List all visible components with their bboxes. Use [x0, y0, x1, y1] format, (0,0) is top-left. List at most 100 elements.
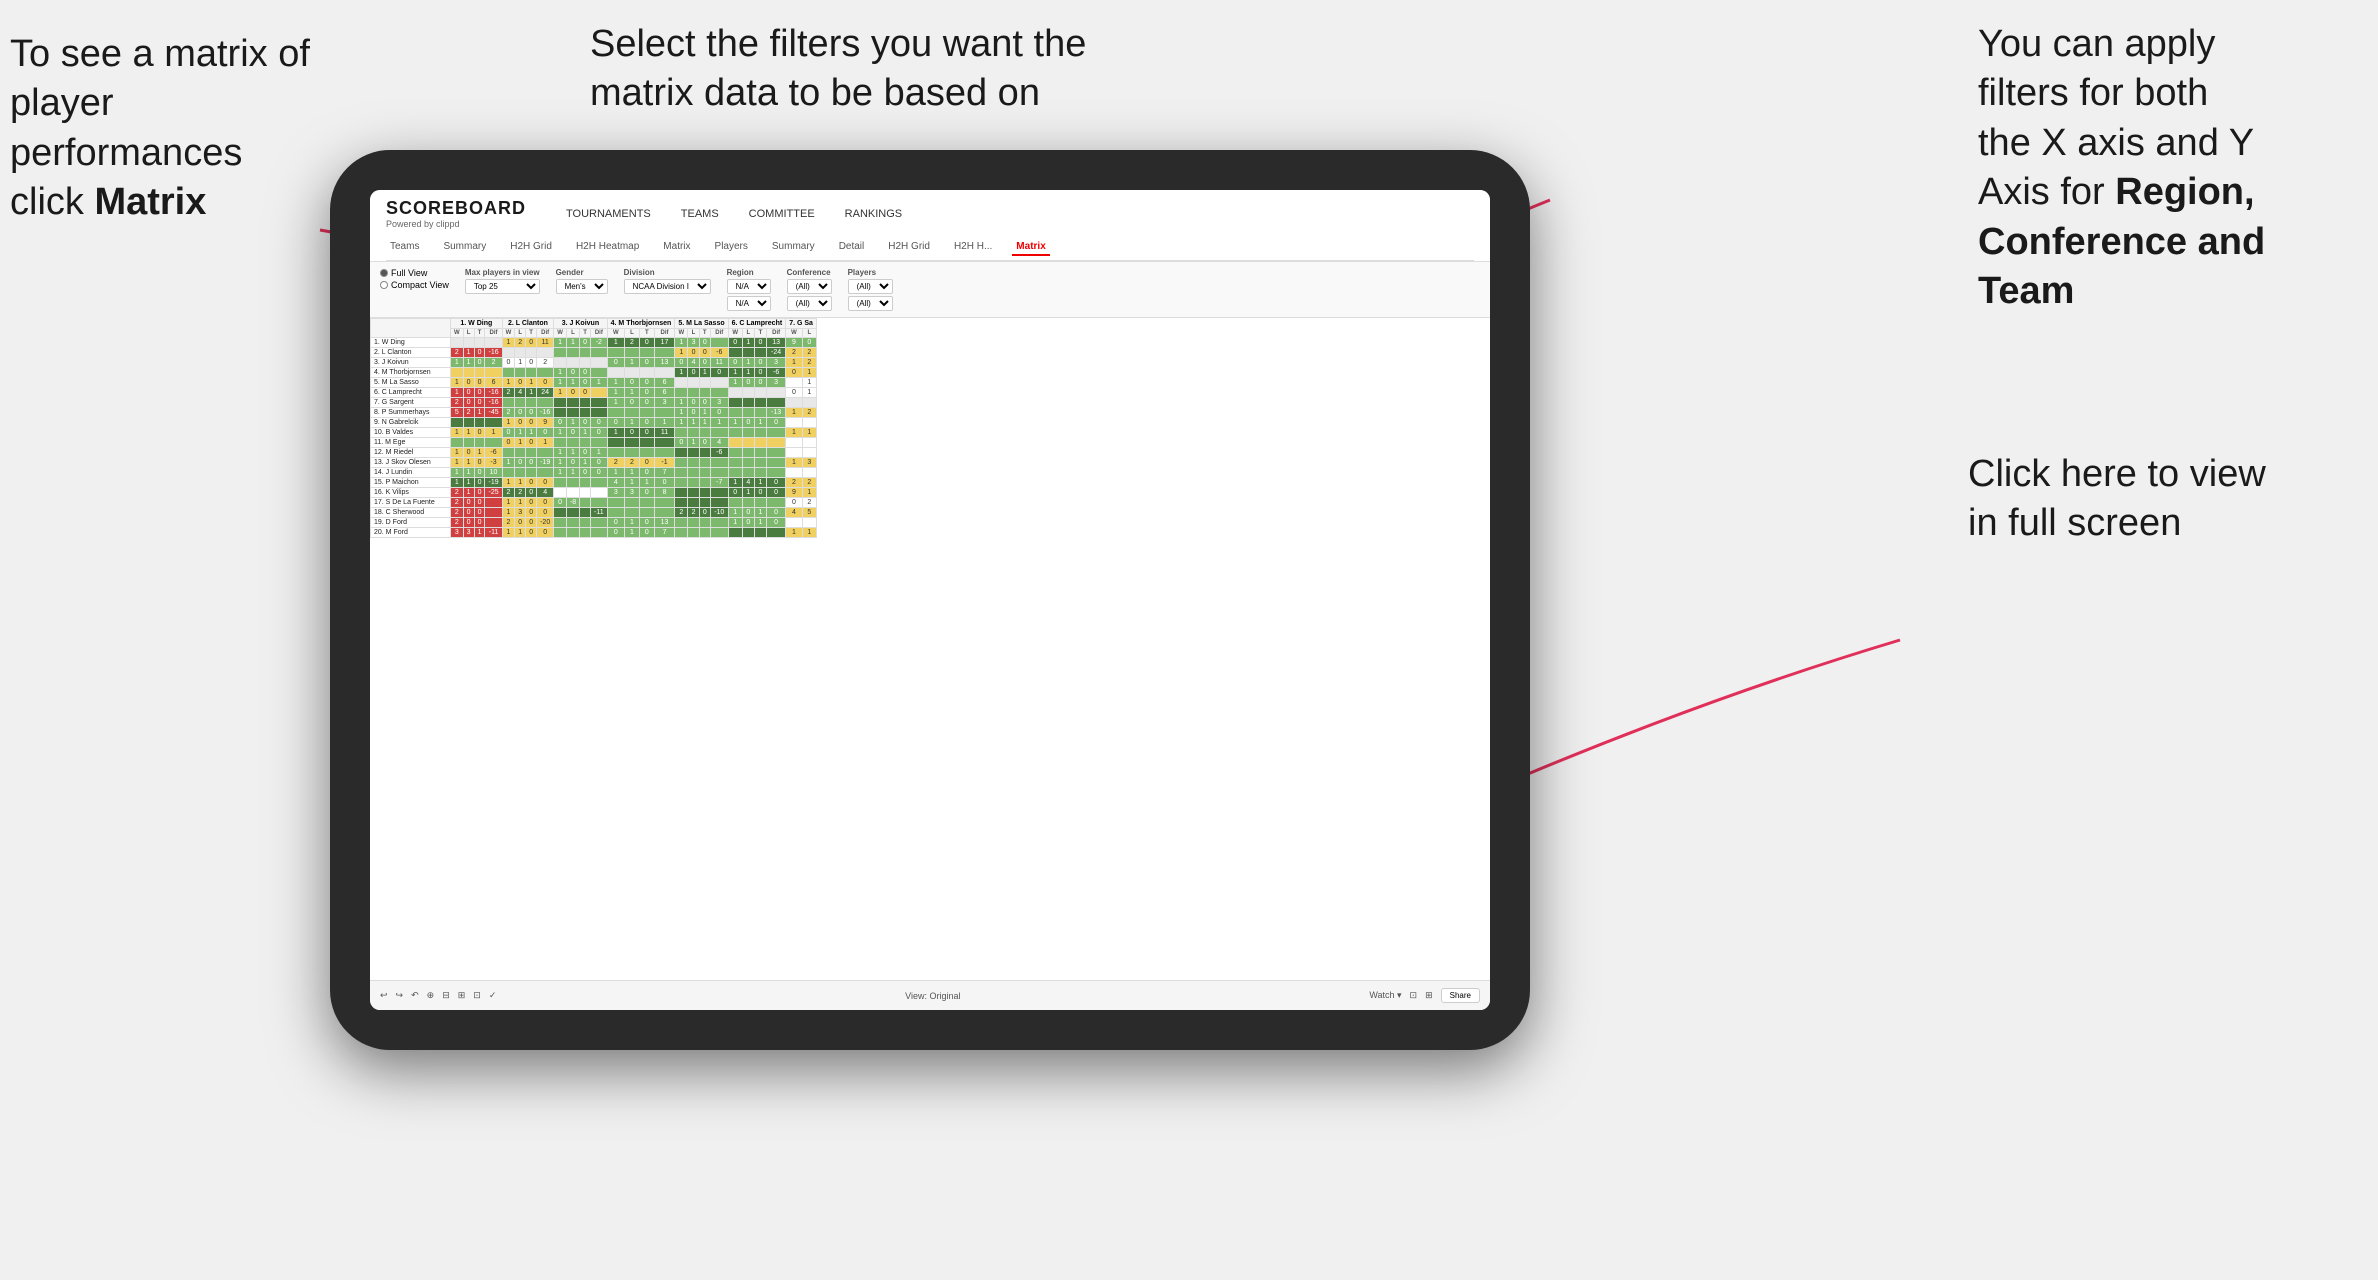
toolbar-left: ↩ ↪ ↶ ⊕ ⊟ ⊞ ⊡ ✓ — [380, 990, 496, 1001]
filter-gender-select[interactable]: Men's — [556, 279, 608, 294]
ann-br-l2: in full screen — [1968, 502, 2181, 544]
filter-players: Players (All) (All) — [848, 268, 893, 311]
refresh-icon[interactable]: ↶ — [411, 990, 419, 1001]
filter-max-players-select[interactable]: Top 25 — [465, 279, 540, 294]
row-label-4: 4. M Thorbjornsen — [371, 368, 451, 378]
sub-d1: Dif — [485, 329, 502, 338]
tab-summary[interactable]: Summary — [439, 239, 490, 256]
filter-max-players: Max players in view Top 25 — [465, 268, 540, 294]
table-row: 14. J Lundin 11010 1100 1107 — [371, 468, 817, 478]
filter-players-select-2[interactable]: (All) — [848, 296, 893, 311]
sub-d5: Dif — [710, 329, 728, 338]
zoom-out-icon[interactable]: ⊟ — [442, 990, 450, 1001]
tab-teams[interactable]: Teams — [386, 239, 423, 256]
brand-sub: Powered by clippd — [386, 219, 526, 229]
annotation-right: You can apply filters for both the X axi… — [1978, 20, 2358, 316]
filter-division-select[interactable]: NCAA Division I — [624, 279, 711, 294]
table-row: 20. M Ford 331-11 1100 0107 11 — [371, 528, 817, 538]
nav-teams[interactable]: TEAMS — [681, 206, 719, 222]
radio-full-view-dot — [380, 269, 388, 277]
share-icon[interactable]: ⊞ — [1425, 990, 1433, 1001]
sub-t5: T — [699, 329, 710, 338]
tab-matrix-active[interactable]: Matrix — [1012, 239, 1049, 256]
filter-conference: Conference (All) (All) — [787, 268, 832, 311]
table-row: 15. P Maichon 110-19 1100 4110 -7 1410 2… — [371, 478, 817, 488]
toolbar-center: View: Original — [905, 991, 960, 1001]
table-row: 13. J Skov Olesen 110-3 100-19 1010 220-… — [371, 458, 817, 468]
check-icon[interactable]: ✓ — [489, 990, 497, 1001]
sub-l3: L — [566, 329, 579, 338]
sub-w5: W — [675, 329, 688, 338]
filter-conference-label: Conference — [787, 268, 832, 277]
table-row: 5. M La Sasso 1006 1010 1101 1006 1003 1 — [371, 378, 817, 388]
row-label-15: 15. P Maichon — [371, 478, 451, 488]
sub-nav: Teams Summary H2H Grid H2H Heatmap Matri… — [386, 235, 1474, 261]
ann-right-l2: filters for both — [1978, 72, 2208, 114]
ann-right-l1: You can apply — [1978, 23, 2215, 65]
nav-rankings[interactable]: RANKINGS — [845, 206, 902, 222]
watch-button[interactable]: Watch ▾ — [1369, 990, 1401, 1001]
filter-region-select-2[interactable]: N/A — [727, 296, 771, 311]
row-label-17: 17. S De La Fuente — [371, 498, 451, 508]
filter-division-label: Division — [624, 268, 711, 277]
tab-h2h-grid[interactable]: H2H Grid — [506, 239, 556, 256]
nav-committee[interactable]: COMMITTEE — [749, 206, 815, 222]
col-header-5: 5. M La Sasso — [675, 319, 728, 329]
tab-h2h-heatmap[interactable]: H2H Heatmap — [572, 239, 643, 256]
table-row: 12. M Riedel 101-6 1101 -6 — [371, 448, 817, 458]
sub-t4: T — [639, 329, 654, 338]
ann-right-l6: Team — [1978, 270, 2074, 312]
fit-icon[interactable]: ⊞ — [458, 990, 466, 1001]
tab-players[interactable]: Players — [711, 239, 752, 256]
bottom-toolbar: ↩ ↪ ↶ ⊕ ⊟ ⊞ ⊡ ✓ View: Original Watch ▾ ⊡… — [370, 980, 1490, 1010]
filter-players-select-1[interactable]: (All) — [848, 279, 893, 294]
row-label-1: 1. W Ding — [371, 338, 451, 348]
table-row: 17. S De La Fuente 200 1100 0-8 02 — [371, 498, 817, 508]
zoom-in-icon[interactable]: ⊕ — [427, 990, 435, 1001]
sub-w2: W — [502, 329, 515, 338]
tab-detail[interactable]: Detail — [835, 239, 869, 256]
sub-w6: W — [728, 329, 742, 338]
tablet-screen: SCOREBOARD Powered by clippd TOURNAMENTS… — [370, 190, 1490, 1010]
grid-icon[interactable]: ⊡ — [473, 990, 481, 1001]
filter-conference-select-1[interactable]: (All) — [787, 279, 832, 294]
undo-icon[interactable]: ↩ — [380, 990, 388, 1001]
row-label-6: 6. C Lamprecht — [371, 388, 451, 398]
filter-region-label: Region — [727, 268, 771, 277]
sub-l5: L — [688, 329, 699, 338]
row-label-13: 13. J Skov Olesen — [371, 458, 451, 468]
col-header-7: 7. G Sa — [786, 319, 817, 329]
table-row: 3. J Koivun 1102 0102 01013 04011 0103 1… — [371, 358, 817, 368]
nav-tournaments[interactable]: TOURNAMENTS — [566, 206, 651, 222]
radio-full-view[interactable]: Full View — [380, 268, 449, 278]
row-label-3: 3. J Koivun — [371, 358, 451, 368]
redo-icon[interactable]: ↪ — [396, 990, 404, 1001]
main-nav: TOURNAMENTS TEAMS COMMITTEE RANKINGS — [566, 206, 902, 222]
col-header-6: 6. C Lamprecht — [728, 319, 786, 329]
table-row: 9. N Gabrelcik 1009 0100 0101 1111 1010 — [371, 418, 817, 428]
screen-header: SCOREBOARD Powered by clippd TOURNAMENTS… — [370, 190, 1490, 262]
toolbar-right: Watch ▾ ⊡ ⊞ Share — [1369, 988, 1480, 1003]
sub-w7: W — [786, 329, 803, 338]
table-row: 4. M Thorbjornsen 100 1010 110-6 01 — [371, 368, 817, 378]
tab-summary2[interactable]: Summary — [768, 239, 819, 256]
fullscreen-icon[interactable]: ⊡ — [1410, 990, 1418, 1001]
ann-left-line2: player performances — [10, 82, 242, 173]
col-header-3: 3. J Koivun — [554, 319, 607, 329]
sub-l1: L — [463, 329, 474, 338]
radio-compact-view[interactable]: Compact View — [380, 280, 449, 290]
sub-t6: T — [754, 329, 766, 338]
ann-left-line1: To see a matrix of — [10, 33, 310, 75]
row-label-19: 19. D Ford — [371, 518, 451, 528]
tab-h2h-h[interactable]: H2H H... — [950, 239, 996, 256]
matrix-table: 1. W Ding 2. L Clanton 3. J Koivun 4. M … — [370, 318, 817, 538]
col-header-4: 4. M Thorbjornsen — [607, 319, 675, 329]
filter-conference-select-2[interactable]: (All) — [787, 296, 832, 311]
tab-matrix-left[interactable]: Matrix — [659, 239, 694, 256]
share-button[interactable]: Share — [1441, 988, 1480, 1003]
matrix-container[interactable]: 1. W Ding 2. L Clanton 3. J Koivun 4. M … — [370, 318, 1490, 968]
row-label-11: 11. M Ege — [371, 438, 451, 448]
ann-br-l1: Click here to view — [1968, 453, 2266, 495]
filter-region-select-1[interactable]: N/A — [727, 279, 771, 294]
tab-h2h-grid2[interactable]: H2H Grid — [884, 239, 934, 256]
